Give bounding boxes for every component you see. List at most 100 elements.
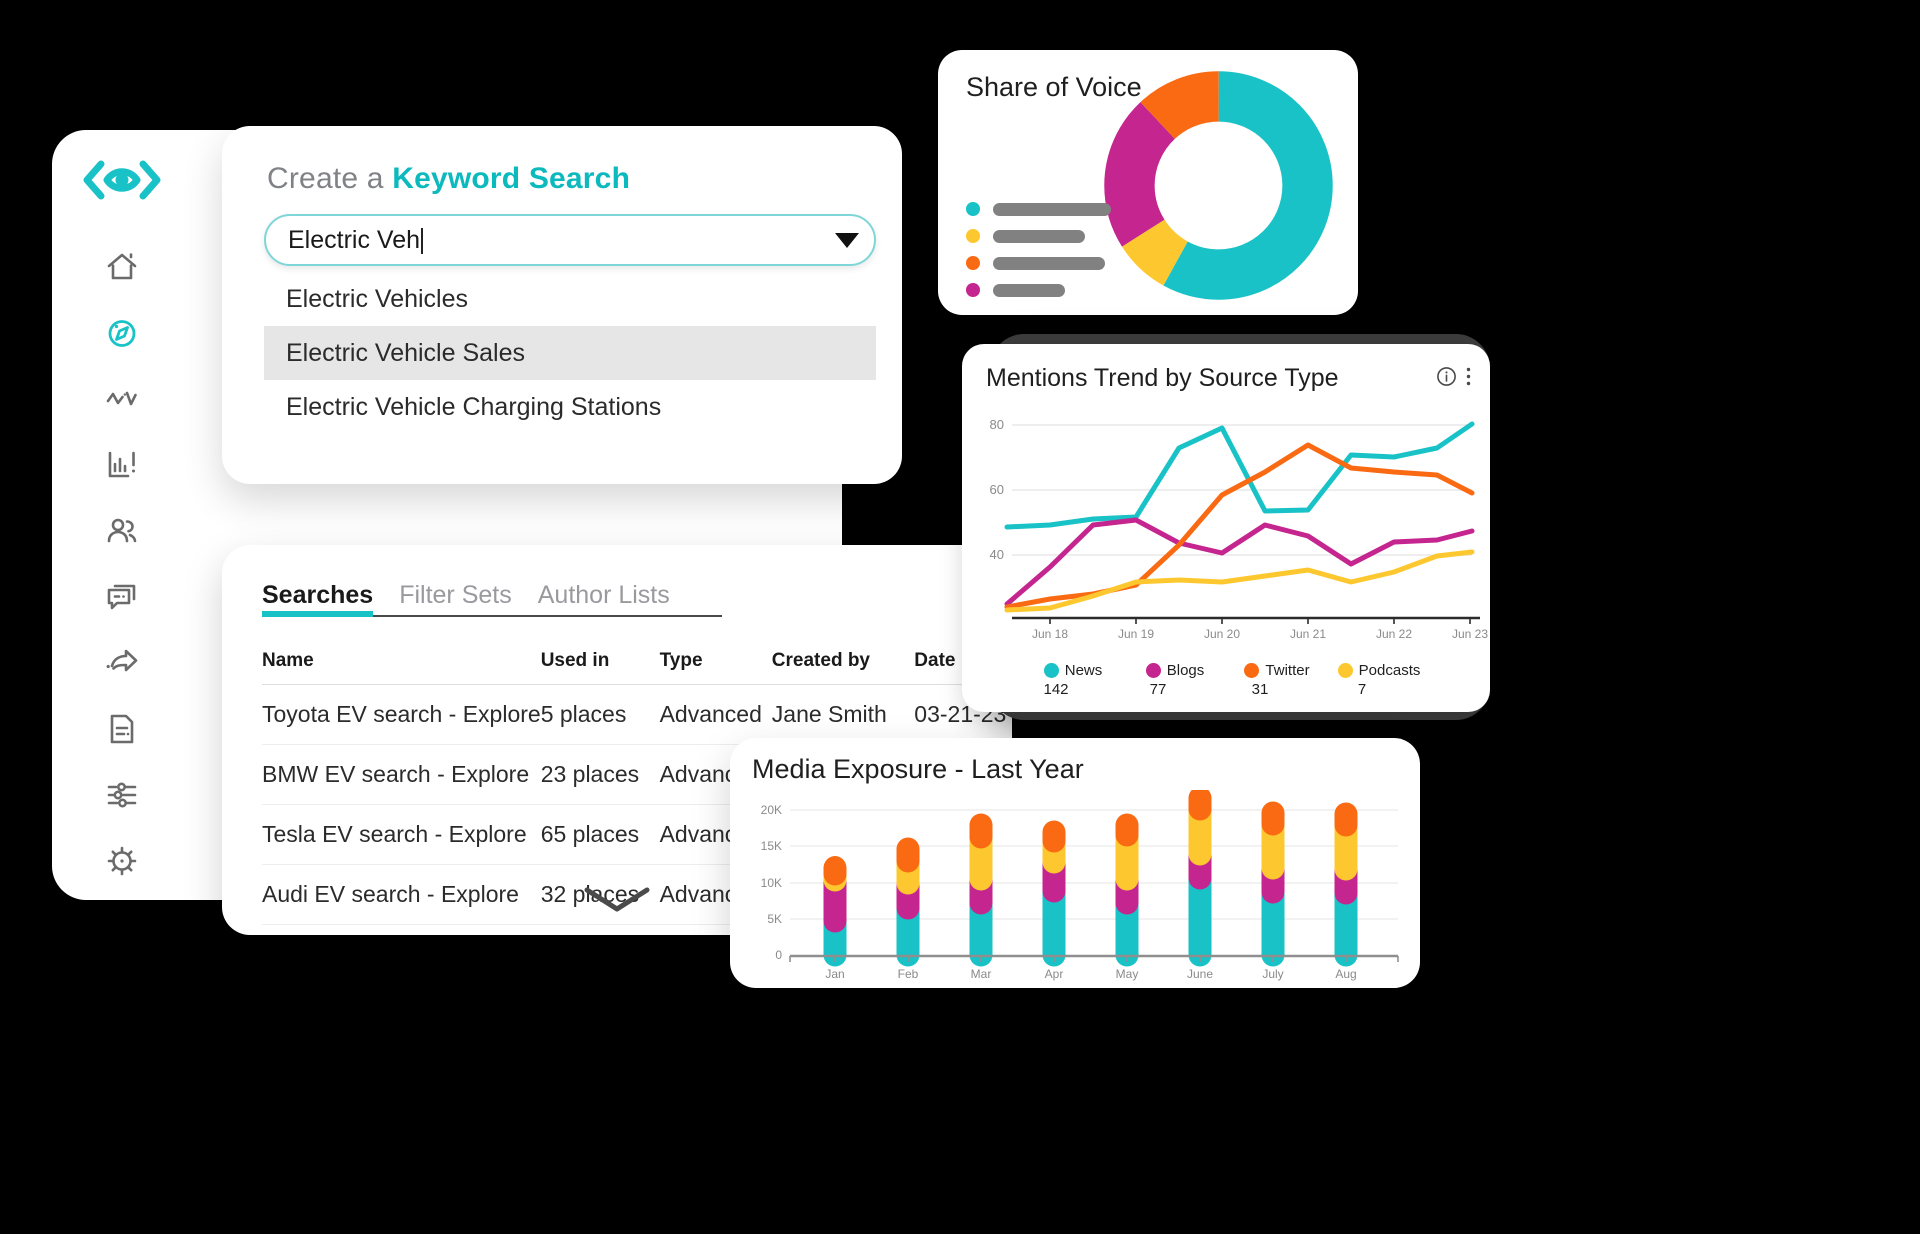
legend-label-blogs: Blogs	[1166, 662, 1205, 679]
y-tick-80: 80	[990, 417, 1004, 432]
search-input[interactable]: Electric Veh	[264, 214, 876, 266]
series-line-blogs	[1004, 517, 1475, 607]
cell-used-in: 12 places	[540, 924, 660, 935]
sidebar-item-filters[interactable]	[94, 768, 150, 823]
sidebar-item-share[interactable]	[94, 636, 150, 691]
text-cursor	[421, 227, 424, 254]
legend-value-blogs: 77	[1149, 681, 1167, 698]
cell-used-in: 65 places	[540, 804, 660, 865]
page-title-strong: Keyword Search	[392, 162, 631, 195]
y-tick-15k: 15K	[761, 839, 782, 853]
sidebar-item-settings[interactable]	[94, 834, 150, 889]
col-used-in[interactable]: Used in	[540, 640, 660, 685]
legend-value-news: 142	[1043, 681, 1069, 698]
sidebar-item-conversations[interactable]	[94, 569, 150, 624]
y-tick-60: 60	[990, 482, 1004, 497]
legend-item-twitter: Twitter 31	[1239, 662, 1315, 698]
legend-label-placeholder	[993, 256, 1105, 270]
kebab-menu-icon[interactable]	[1465, 366, 1472, 392]
legend-dot-twitter	[1244, 663, 1260, 678]
suggestion-label: Electric Vehicle Sales	[286, 338, 526, 367]
cell-name: Audi EV search - Explore	[262, 864, 541, 925]
keyword-search-card: Create a Keyword Search Electric Veh Ele…	[222, 126, 902, 484]
share-of-voice-card: Share of Voice	[938, 50, 1358, 315]
x-tick-july: July	[1262, 967, 1283, 981]
share-arrow-icon	[104, 645, 140, 681]
chevron-down-icon[interactable]	[820, 232, 874, 248]
cell-used-in: 23 places	[540, 744, 660, 805]
page-title: Create a Keyword Search	[267, 162, 630, 196]
trend-line-icon	[104, 381, 140, 417]
legend-label-placeholder	[993, 283, 1065, 297]
y-tick-40: 40	[990, 547, 1004, 562]
bar-group-june	[1188, 786, 1212, 967]
sidebar-item-reports[interactable]	[94, 702, 150, 757]
suggestion-item[interactable]: Electric Vehicles	[264, 272, 876, 326]
mentions-trend-card: Mentions Trend by Source Type 80 60 40 J…	[962, 344, 1490, 712]
media-exposure-title: Media Exposure - Last Year	[752, 754, 1084, 784]
legend-value-podcasts: 7	[1357, 681, 1367, 698]
legend-label-placeholder	[993, 229, 1085, 243]
sliders-icon	[104, 777, 140, 813]
people-icon	[104, 513, 140, 549]
series-line-podcasts	[1004, 549, 1475, 613]
legend-label-twitter: Twitter	[1265, 662, 1310, 679]
sidebar-item-trends[interactable]	[94, 371, 150, 426]
info-icon[interactable]	[1436, 366, 1457, 392]
mentions-trend-title: Mentions Trend by Source Type	[986, 364, 1339, 392]
suggestion-item[interactable]: Electric Vehicle Charging Stations	[264, 380, 876, 434]
sidebar-item-explore[interactable]	[94, 305, 150, 360]
tab-bar: Searches Filter Sets Author Lists	[262, 581, 722, 617]
page-title-prefix: Create a	[267, 162, 393, 195]
eye-logo	[81, 158, 163, 207]
mentions-trend-legend: News 142 Blogs 77 Twitter 31 Podcasts 7	[962, 662, 1490, 698]
table-header-row: Name Used in Type Created by Date Edited	[262, 640, 1012, 685]
cell-type: Advanced	[659, 684, 772, 745]
legend-item-news: News 142	[1035, 662, 1111, 698]
cell-name: Toyota EV search - Explore	[262, 684, 541, 745]
tab-filter-sets[interactable]: Filter Sets	[399, 581, 512, 610]
x-tick-jun22: Jun 22	[1376, 627, 1412, 641]
x-tick-may: May	[1116, 967, 1139, 981]
sidebar-item-analytics[interactable]	[94, 437, 150, 492]
table-row[interactable]: Toyota EV search - Explore 5 places Adva…	[262, 684, 1012, 745]
tab-author-lists[interactable]: Author Lists	[538, 581, 670, 610]
chat-bubbles-icon	[104, 579, 140, 615]
expand-chevron-down-icon[interactable]	[580, 882, 654, 921]
bar-chart-alert-icon	[104, 447, 140, 483]
col-created-by[interactable]: Created by	[771, 640, 915, 685]
col-name[interactable]: Name	[262, 640, 541, 685]
y-tick-5k: 5K	[767, 912, 782, 926]
x-tick-jun23: Jun 23	[1452, 627, 1488, 641]
suggestion-label: Electric Vehicles	[286, 284, 469, 313]
legend-dot-4	[966, 283, 980, 297]
share-of-voice-legend	[966, 202, 1111, 310]
sidebar-item-home[interactable]	[94, 239, 150, 294]
bar-group-may	[1115, 813, 1139, 967]
share-of-voice-donut-chart	[1101, 68, 1336, 308]
bar-group-feb	[896, 837, 920, 967]
sidebar	[52, 130, 192, 900]
x-tick-mar: Mar	[971, 967, 992, 981]
col-type[interactable]: Type	[659, 640, 772, 685]
x-tick-june: June	[1187, 967, 1213, 981]
legend-dot-1	[966, 202, 980, 216]
series-line-twitter	[1004, 442, 1475, 610]
bar-group-mar	[969, 813, 993, 967]
legend-dot-3	[966, 256, 980, 270]
legend-item	[966, 256, 1111, 270]
x-tick-apr: Apr	[1045, 967, 1064, 981]
screenshot-root: Create a Keyword Search Electric Veh Ele…	[0, 0, 1920, 1234]
legend-label-news: News	[1064, 662, 1103, 679]
media-exposure-bar-chart: 20K 15K 10K 5K 0 Jan Feb Mar Apr May Jun…	[730, 786, 1420, 988]
sidebar-item-audiences[interactable]	[94, 503, 150, 558]
series-line-news	[1004, 421, 1475, 530]
suggestion-item-selected[interactable]: Electric Vehicle Sales	[264, 326, 876, 380]
cell-used-in: 5 places	[540, 684, 660, 745]
bar-group-jan	[823, 856, 847, 967]
legend-dot-news	[1043, 663, 1059, 678]
donut-slice-4	[1104, 71, 1333, 300]
legend-value-twitter: 31	[1251, 681, 1269, 698]
bar-group-apr	[1042, 820, 1066, 967]
tab-searches[interactable]: Searches	[262, 581, 374, 617]
